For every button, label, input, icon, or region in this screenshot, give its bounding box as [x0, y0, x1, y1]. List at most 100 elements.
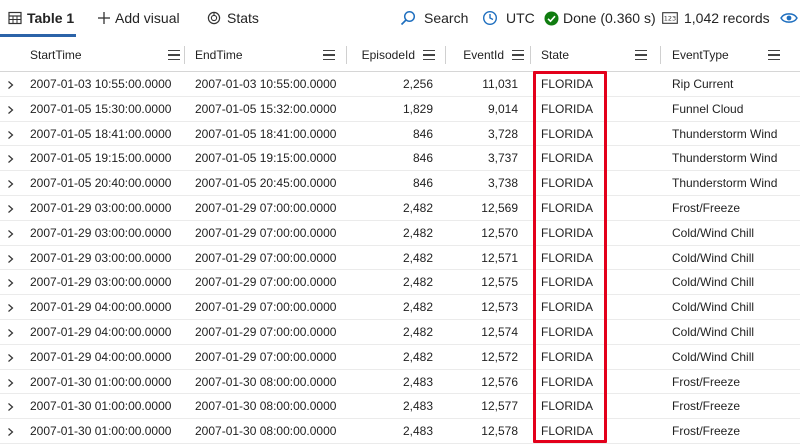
cell-endtime: 2007-01-29 07:00:00.0000 [195, 200, 337, 215]
cell-endtime: 2007-01-30 08:00:00.0000 [195, 424, 337, 439]
expand-row-icon[interactable] [6, 426, 15, 437]
expand-row-icon[interactable] [6, 352, 15, 362]
cell-endtime: 2007-01-03 10:55:00.0000 [195, 77, 337, 91]
column-divider[interactable] [445, 46, 446, 64]
cell-state: FLORIDA [541, 77, 594, 91]
table-row[interactable]: 2007-01-05 19:15:00.0000 2007-01-05 19:1… [0, 146, 800, 172]
expand-row-icon[interactable] [6, 203, 15, 213]
cell-eventid: 12,574 [481, 324, 518, 339]
cell-starttime: 2007-01-05 18:41:00.0000 [30, 126, 172, 141]
expand-row-icon[interactable] [6, 178, 15, 189]
column-header-state[interactable]: State [541, 38, 647, 72]
table-row[interactable]: 2007-01-29 04:00:00.0000 2007-01-29 07:0… [0, 295, 800, 320]
column-menu-icon[interactable] [168, 50, 180, 60]
table-row[interactable]: 2007-01-29 03:00:00.0000 2007-01-29 07:0… [0, 196, 800, 221]
cell-eventtype: Cold/Wind Chill [672, 275, 755, 290]
column-header-label: EventType [672, 48, 729, 62]
cell-endtime: 2007-01-05 18:41:00.0000 [195, 126, 337, 141]
view-button[interactable] [780, 0, 798, 36]
table-row[interactable]: 2007-01-29 03:00:00.0000 2007-01-29 07:0… [0, 270, 800, 296]
cell-episodeid: 846 [412, 151, 433, 166]
table-row[interactable]: 2007-01-05 20:40:00.0000 2007-01-05 20:4… [0, 171, 800, 196]
column-divider[interactable] [660, 46, 661, 64]
cell-state: FLORIDA [541, 275, 594, 290]
table-icon [8, 11, 22, 25]
expand-row-icon[interactable] [6, 377, 15, 387]
cell-state: FLORIDA [541, 250, 594, 265]
cell-endtime: 2007-01-29 07:00:00.0000 [195, 250, 337, 265]
cell-endtime: 2007-01-05 20:45:00.0000 [195, 176, 337, 191]
column-divider[interactable] [346, 46, 347, 64]
table-row[interactable]: 2007-01-29 04:00:00.0000 2007-01-29 07:0… [0, 345, 800, 370]
table-row[interactable]: 2007-01-05 18:41:00.0000 2007-01-05 18:4… [0, 122, 800, 147]
table-row[interactable]: 2007-01-29 04:00:00.0000 2007-01-29 07:0… [0, 320, 800, 345]
expand-row-icon[interactable] [6, 253, 15, 263]
column-header-label: EventId [463, 48, 504, 62]
svg-text:123: 123 [664, 15, 676, 23]
table-row[interactable]: 2007-01-03 10:55:00.0000 2007-01-03 10:5… [0, 72, 800, 97]
active-tab-indicator [0, 34, 76, 37]
column-menu-icon[interactable] [768, 50, 780, 60]
column-menu-icon[interactable] [323, 50, 335, 60]
cell-starttime: 2007-01-05 15:30:00.0000 [30, 101, 172, 116]
column-menu-icon[interactable] [635, 50, 647, 60]
cell-eventid: 3,738 [487, 176, 518, 191]
cell-starttime: 2007-01-29 03:00:00.0000 [30, 250, 172, 265]
timezone-button[interactable]: UTC [482, 0, 535, 36]
plus-icon [97, 11, 111, 25]
cell-eventtype: Thunderstorm Wind [672, 176, 778, 191]
table-row[interactable]: 2007-01-05 15:30:00.0000 2007-01-05 15:3… [0, 97, 800, 122]
expand-row-icon[interactable] [6, 277, 15, 288]
expand-row-icon[interactable] [6, 79, 15, 89]
cell-state: FLORIDA [541, 399, 594, 414]
expand-row-icon[interactable] [6, 302, 15, 313]
column-header-eventid[interactable]: EventId [455, 38, 524, 72]
cell-eventtype: Rip Current [672, 77, 734, 91]
records-label: 1,042 records [684, 10, 770, 26]
cell-endtime: 2007-01-29 07:00:00.0000 [195, 300, 337, 315]
cell-eventtype: Frost/Freeze [672, 200, 741, 215]
cell-state: FLORIDA [541, 374, 594, 389]
expand-row-icon[interactable] [6, 401, 15, 412]
column-header-eventtype[interactable]: EventType [672, 38, 780, 72]
cell-episodeid: 846 [412, 126, 433, 141]
cell-state: FLORIDA [541, 225, 594, 240]
cell-state: FLORIDA [541, 151, 594, 166]
expand-row-icon[interactable] [6, 153, 15, 164]
expand-row-icon[interactable] [6, 129, 15, 139]
add-visual-button[interactable]: Add visual [97, 0, 180, 36]
eye-icon [780, 11, 798, 25]
cell-eventid: 12,578 [481, 424, 518, 439]
column-divider[interactable] [184, 46, 185, 64]
cell-episodeid: 1,829 [402, 101, 433, 116]
cell-state: FLORIDA [541, 349, 594, 364]
column-header-endtime[interactable]: EndTime [195, 38, 335, 72]
cell-episodeid: 2,482 [402, 225, 433, 240]
expand-row-icon[interactable] [6, 327, 15, 337]
table-row[interactable]: 2007-01-30 01:00:00.0000 2007-01-30 08:0… [0, 370, 800, 395]
column-header-episodeid[interactable]: EpisodeId [355, 38, 435, 72]
expand-row-icon[interactable] [6, 104, 15, 114]
search-button[interactable]: Search [400, 0, 468, 36]
table-row[interactable]: 2007-01-30 01:00:00.0000 2007-01-30 08:0… [0, 394, 800, 420]
stats-icon [207, 11, 221, 25]
table-row[interactable]: 2007-01-30 01:00:00.0000 2007-01-30 08:0… [0, 419, 800, 444]
column-menu-icon[interactable] [512, 50, 524, 60]
column-header-starttime[interactable]: StartTime [30, 38, 180, 72]
cell-state: FLORIDA [541, 324, 594, 339]
stats-button[interactable]: Stats [207, 0, 259, 36]
cell-endtime: 2007-01-05 15:32:00.0000 [195, 101, 337, 116]
cell-episodeid: 2,482 [402, 349, 433, 364]
cell-state: FLORIDA [541, 126, 594, 141]
check-circle-icon [544, 11, 559, 26]
table-row[interactable]: 2007-01-29 03:00:00.0000 2007-01-29 07:0… [0, 221, 800, 246]
cell-starttime: 2007-01-29 04:00:00.0000 [30, 300, 172, 315]
search-label: Search [424, 10, 469, 26]
cell-eventtype: Frost/Freeze [672, 424, 741, 439]
column-menu-icon[interactable] [423, 50, 435, 60]
column-divider[interactable] [530, 46, 531, 64]
cell-episodeid: 2,482 [402, 275, 433, 290]
tab-table-1[interactable]: Table 1 [8, 0, 74, 36]
expand-row-icon[interactable] [6, 228, 15, 238]
table-row[interactable]: 2007-01-29 03:00:00.0000 2007-01-29 07:0… [0, 246, 800, 271]
